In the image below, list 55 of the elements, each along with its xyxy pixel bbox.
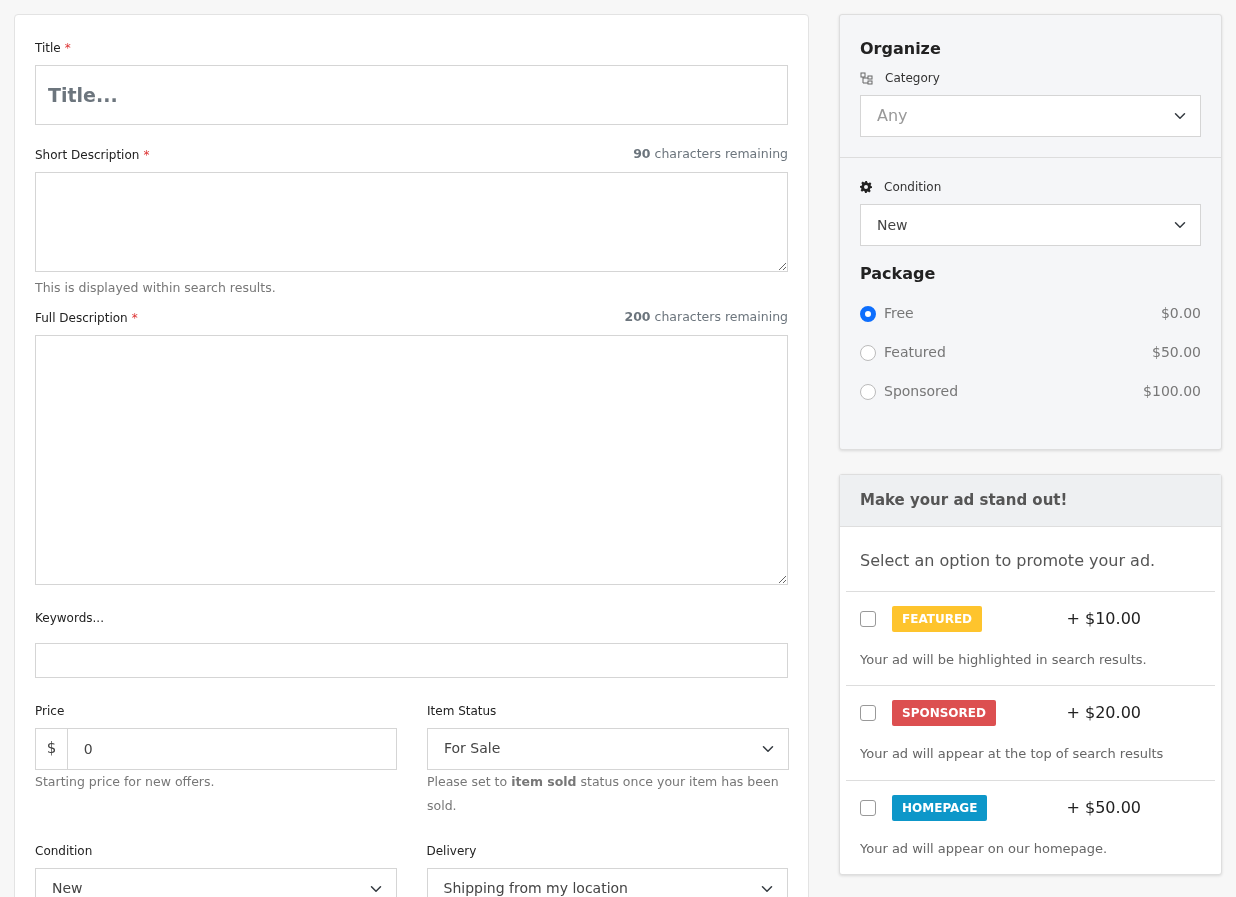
field-label: Delivery [426,842,478,860]
checkbox[interactable] [860,705,876,721]
required-mark: * [143,146,150,164]
option-price: + $10.00 [1066,607,1141,630]
option-price: + $50.00 [1066,796,1141,819]
description-field[interactable] [35,334,788,585]
intro-text: Select an option to promote your ad. [859,549,1157,572]
required-mark: * [64,40,71,57]
section-title: Package [860,263,937,285]
panel-header: Make your ad stand out! [840,475,1221,527]
help-text: This is displayed within search results. [35,278,277,297]
status-select[interactable]: For Sale [427,727,789,770]
panel-title: Organize [860,38,942,60]
currency-addon: $ [35,727,67,770]
radio-button[interactable] [860,383,876,400]
help-text: Please set to item sold status once your item has been sold. [427,772,780,815]
condition-select[interactable]: New [35,867,397,897]
field-label: Full Description [35,309,128,327]
package-price: $0.00 [1160,304,1201,323]
keywords-field[interactable] [35,642,788,678]
option-price: + $20.00 [1066,702,1141,724]
field-label: Category [885,70,940,87]
field-label: Price [35,702,66,720]
option-description: Your ad will appear at the top of search results [860,745,1165,763]
delivery-select[interactable]: Shipping from my location [426,867,788,897]
package-label: Free [884,304,915,323]
field-label: Short Description [35,146,140,164]
gear-icon [860,181,872,193]
radio-button[interactable] [860,305,876,322]
package-price: $100.00 [1143,382,1201,401]
radio-button[interactable] [860,344,876,361]
promo-badge: SPONSORED [892,700,996,726]
description-field[interactable] [35,171,788,272]
condition-select[interactable]: New [860,204,1201,246]
help-text: Starting price for new offers. [35,772,216,791]
required-mark: * [131,309,138,327]
promo-badge: HOMEPAGE [892,794,988,821]
field-label: Condition [35,842,94,860]
field-label: Condition [884,179,942,196]
price-field[interactable]: 0 [66,727,397,770]
package-price: $50.00 [1152,343,1201,362]
hierarchy-icon [860,71,873,85]
package-label: Sponsored [884,382,960,401]
option-description: Your ad will appear on our homepage. [860,839,1109,858]
checkbox[interactable] [860,799,876,816]
field-label: Keywords... [35,609,105,627]
field-label: Item Status [427,702,498,720]
package-label: Featured [884,343,947,362]
promo-badge: FEATURED [892,605,983,632]
field-label: Title [35,40,61,57]
title-field[interactable]: Title... [35,65,788,125]
checkbox[interactable] [860,610,876,627]
character-counter: 90 characters remaining [633,145,788,163]
option-description: Your ad will be highlighted in search results. [860,650,1148,669]
character-counter: 200 characters remaining [624,307,788,326]
